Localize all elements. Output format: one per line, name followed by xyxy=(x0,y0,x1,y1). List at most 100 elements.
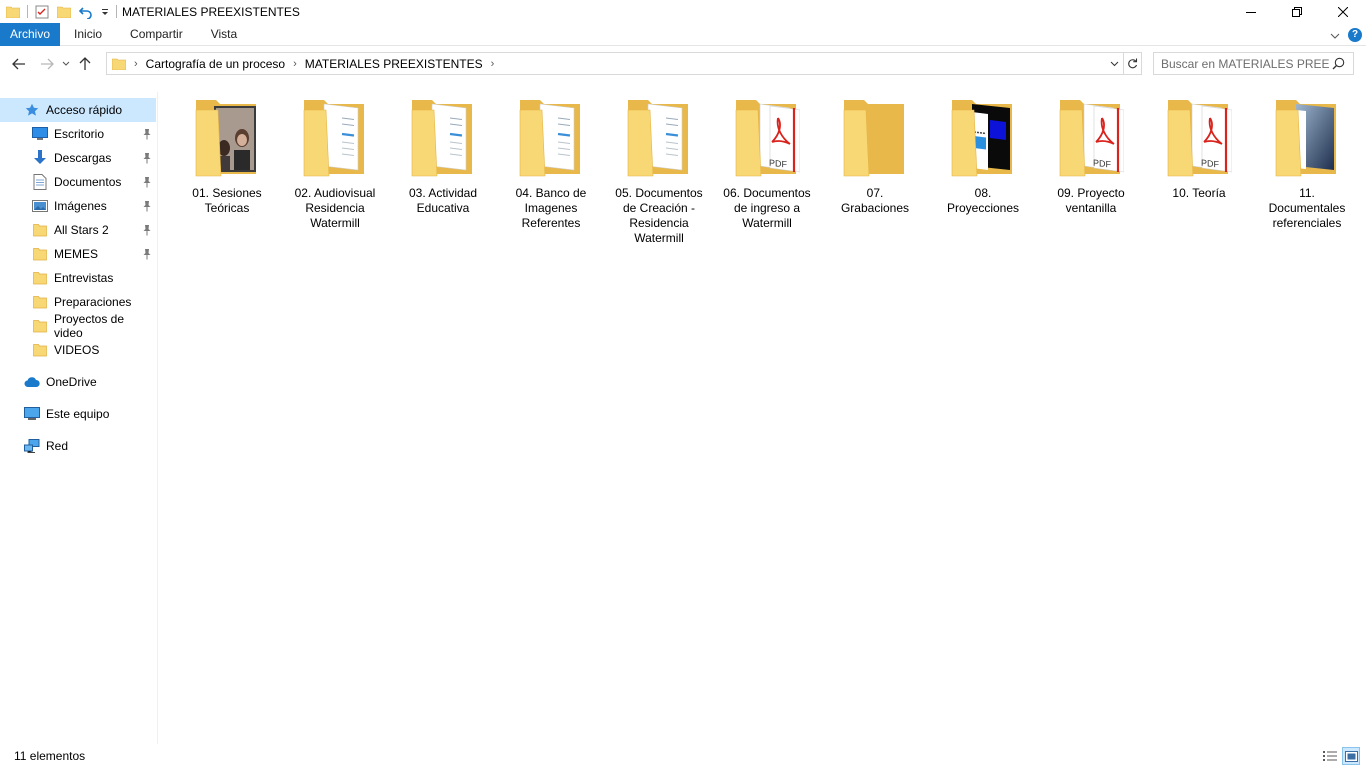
minimize-button[interactable] xyxy=(1228,0,1274,23)
properties-icon[interactable] xyxy=(34,4,50,20)
close-button[interactable] xyxy=(1320,0,1366,23)
folder-label: 06. Documentos de ingreso a Watermill xyxy=(723,186,811,230)
recent-locations-button[interactable] xyxy=(59,52,73,76)
folder-icon xyxy=(32,342,48,358)
large-icons-view-button[interactable] xyxy=(1342,747,1360,765)
folder-icon: PDF xyxy=(1166,98,1233,182)
toolbar-separator xyxy=(27,5,28,18)
title-bar: MATERIALES PREEXISTENTES xyxy=(0,0,1366,23)
folder-item[interactable]: 05. Documentos de Creación - Residencia … xyxy=(615,98,703,246)
sidebar-item[interactable]: Imágenes xyxy=(0,194,156,218)
sidebar-item[interactable]: Proyectos de video xyxy=(0,312,156,340)
folder-label: 08. Proyecciones xyxy=(946,186,1020,215)
details-view-icon xyxy=(1323,751,1337,761)
sidebar-item[interactable]: VIDEOS xyxy=(0,338,156,362)
restore-button[interactable] xyxy=(1274,0,1320,23)
folder-label: 04. Banco de Imagenes Referentes xyxy=(515,186,587,230)
breadcrumb-separator[interactable]: › xyxy=(293,58,297,70)
search-box[interactable] xyxy=(1153,52,1354,75)
sidebar-item[interactable]: Documentos xyxy=(0,170,156,194)
sidebar-item[interactable]: Red xyxy=(0,434,156,458)
tab-vista[interactable]: Vista xyxy=(197,23,251,46)
folder-icon[interactable] xyxy=(5,4,21,20)
folder-icon xyxy=(112,58,126,70)
customize-toolbar-icon[interactable] xyxy=(100,4,110,20)
sidebar-item[interactable]: Escritorio xyxy=(0,122,156,146)
help-icon[interactable]: ? xyxy=(1348,27,1362,42)
sidebar-item[interactable]: Acceso rápido xyxy=(0,98,156,122)
breadcrumb-item[interactable]: Cartografía de un proceso xyxy=(146,57,285,71)
sidebar-item-label: Documentos xyxy=(54,175,122,189)
window-title: MATERIALES PREEXISTENTES xyxy=(122,4,300,19)
up-button[interactable] xyxy=(73,52,97,76)
tab-compartir[interactable]: Compartir xyxy=(116,23,197,46)
arrow-left-icon xyxy=(12,58,25,69)
breadcrumb-separator[interactable]: › xyxy=(491,58,495,70)
new-folder-icon[interactable] xyxy=(56,4,72,20)
folder-item[interactable]: PDF 09. Proyecto ventanilla xyxy=(1047,98,1135,216)
pin-icon xyxy=(142,200,152,212)
folder-icon xyxy=(302,98,368,182)
folder-item[interactable]: 08. Proyecciones xyxy=(939,98,1027,216)
toolbar-separator xyxy=(116,5,117,18)
folder-label: 01. Sesiones Teóricas xyxy=(192,186,262,215)
network-icon xyxy=(24,438,40,454)
large-icons-view-icon xyxy=(1344,750,1358,762)
sidebar-item-label: All Stars 2 xyxy=(54,223,109,237)
details-view-button[interactable] xyxy=(1321,747,1339,765)
sidebar-item[interactable]: MEMES xyxy=(0,242,156,266)
refresh-button[interactable] xyxy=(1123,53,1141,74)
search-icon[interactable] xyxy=(1332,57,1345,70)
back-button[interactable] xyxy=(7,52,31,76)
folder-item[interactable]: 01. Sesiones Teóricas xyxy=(183,98,271,216)
address-dropdown-button[interactable] xyxy=(1105,53,1123,74)
folder-item[interactable]: PDF 06. Documentos de ingreso a Watermill xyxy=(723,98,811,231)
sidebar-item-label: Red xyxy=(46,439,69,453)
sidebar-item-label: VIDEOS xyxy=(54,343,100,357)
arrow-up-icon xyxy=(79,56,91,70)
folder-item[interactable]: 11. Documentales referenciales xyxy=(1263,98,1351,231)
sidebar-item-label: Este equipo xyxy=(46,407,110,421)
cloud-icon xyxy=(24,374,40,390)
sidebar-item-label: Acceso rápido xyxy=(46,103,123,117)
sidebar-item[interactable]: Descargas xyxy=(0,146,156,170)
star-icon xyxy=(24,102,40,118)
computer-icon xyxy=(24,406,40,422)
expand-ribbon-icon[interactable] xyxy=(1330,28,1340,42)
sidebar-item[interactable]: OneDrive xyxy=(0,370,156,394)
address-bar[interactable]: › Cartografía de un proceso › MATERIALES… xyxy=(106,52,1142,75)
folder-item[interactable]: PDF 10. Teoría xyxy=(1155,98,1243,201)
ribbon-tabs: Archivo Inicio Compartir Vista ? xyxy=(0,22,1366,46)
undo-icon[interactable] xyxy=(78,4,94,20)
pin-icon xyxy=(142,128,152,140)
sidebar-item-label: Preparaciones xyxy=(54,295,132,309)
folder-item[interactable]: 03. Actividad Educativa xyxy=(399,98,487,216)
sidebar-item[interactable]: Preparaciones xyxy=(0,290,156,314)
folder-label: 07. Grabaciones xyxy=(840,186,910,215)
search-input[interactable] xyxy=(1161,56,1329,71)
forward-button[interactable] xyxy=(35,52,59,76)
download-icon xyxy=(32,150,48,166)
refresh-icon xyxy=(1128,58,1138,69)
folder-item[interactable]: 02. Audiovisual Residencia Watermill xyxy=(291,98,379,231)
tab-archivo[interactable]: Archivo xyxy=(0,22,61,46)
folder-item[interactable]: 07. Grabaciones xyxy=(831,98,919,216)
sidebar-item-label: Proyectos de video xyxy=(53,312,125,340)
folder-icon xyxy=(1274,98,1340,182)
chevron-down-icon xyxy=(62,61,70,66)
folder-icon xyxy=(32,222,48,238)
sidebar-item[interactable]: Entrevistas xyxy=(0,266,156,290)
folder-icon xyxy=(194,98,260,182)
folder-item[interactable]: 04. Banco de Imagenes Referentes xyxy=(507,98,595,231)
tab-inicio[interactable]: Inicio xyxy=(60,23,116,46)
window-controls xyxy=(1228,0,1366,23)
sidebar-item[interactable]: Este equipo xyxy=(0,402,156,426)
breadcrumb-item[interactable]: MATERIALES PREEXISTENTES xyxy=(305,57,483,71)
sidebar-item[interactable]: All Stars 2 xyxy=(0,218,156,242)
sidebar-item-label: Entrevistas xyxy=(54,271,114,285)
folder-icon xyxy=(32,270,48,286)
navigation-bar: › Cartografía de un proceso › MATERIALES… xyxy=(0,47,1366,80)
breadcrumb-separator[interactable]: › xyxy=(134,58,138,70)
folder-icon xyxy=(626,98,692,182)
svg-text:PDF: PDF xyxy=(1093,158,1111,170)
